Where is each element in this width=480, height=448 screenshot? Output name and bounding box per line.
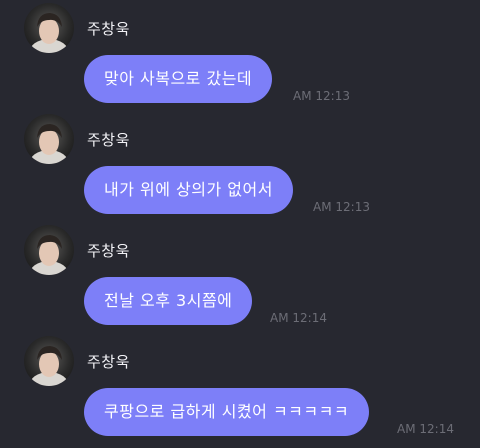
sender-name: 주창욱 <box>87 20 130 38</box>
sender-name: 주창욱 <box>87 353 130 371</box>
message-bubble[interactable]: 맞아 사복으로 갔는데 <box>84 55 273 103</box>
chat-thread: 주창욱 맞아 사복으로 갔는데 AM 12:13 주창욱 내가 위에 상의가 없… <box>0 0 480 448</box>
message-timestamp: AM 12:13 <box>293 89 350 103</box>
message-group: 주창욱 쿠팡으로 급하게 시켰어 ㅋㅋㅋㅋㅋ AM 12:14 <box>0 336 480 446</box>
avatar-icon[interactable] <box>24 336 74 386</box>
message-group: 주창욱 내가 위에 상의가 없어서 AM 12:13 <box>0 114 480 224</box>
message-bubble[interactable]: 내가 위에 상의가 없어서 <box>84 166 293 214</box>
avatar-icon[interactable] <box>24 3 74 53</box>
avatar-icon[interactable] <box>24 225 74 275</box>
sender-name: 주창욱 <box>87 242 130 260</box>
message-bubble[interactable]: 전날 오후 3시쯤에 <box>84 277 253 325</box>
message-timestamp: AM 12:14 <box>397 422 454 436</box>
message-group: 주창욱 전날 오후 3시쯤에 AM 12:14 <box>0 225 480 335</box>
avatar-icon[interactable] <box>24 114 74 164</box>
message-timestamp: AM 12:13 <box>313 200 370 214</box>
message-group: 주창욱 맞아 사복으로 갔는데 AM 12:13 <box>0 3 480 113</box>
message-timestamp: AM 12:14 <box>270 311 327 325</box>
sender-name: 주창욱 <box>87 131 130 149</box>
message-bubble[interactable]: 쿠팡으로 급하게 시켰어 ㅋㅋㅋㅋㅋ <box>84 388 370 436</box>
